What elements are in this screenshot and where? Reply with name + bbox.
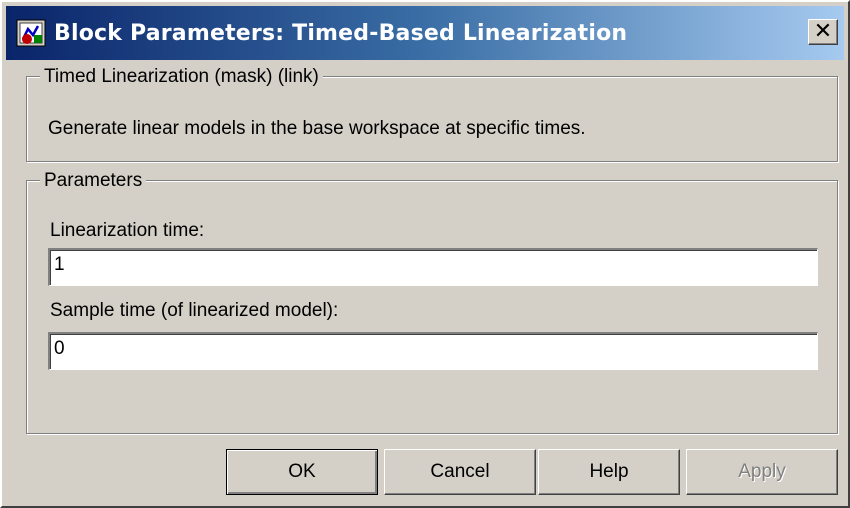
parameters-group-legend: Parameters <box>40 170 147 192</box>
description-group-legend: Timed Linearization (mask) (link) <box>40 66 323 88</box>
description-text: Generate linear models in the base works… <box>48 118 586 139</box>
window-title: Block Parameters: Timed-Based Linearizat… <box>54 20 628 46</box>
linearization-time-field[interactable]: 1 <box>48 248 818 286</box>
title-bar[interactable]: Block Parameters: Timed-Based Linearizat… <box>6 6 844 60</box>
simulink-block-icon <box>16 17 48 49</box>
close-icon: ✕ <box>813 19 833 44</box>
ok-button[interactable]: OK <box>226 449 378 495</box>
apply-button[interactable]: Apply <box>686 449 838 495</box>
dialog-window: Block Parameters: Timed-Based Linearizat… <box>0 0 850 508</box>
linearization-time-label: Linearization time: <box>50 220 205 241</box>
cancel-button[interactable]: Cancel <box>384 449 536 495</box>
sample-time-label: Sample time (of linearized model): <box>50 300 339 321</box>
close-button[interactable]: ✕ <box>808 19 838 45</box>
sample-time-field[interactable]: 0 <box>48 332 818 370</box>
help-button[interactable]: Help <box>538 449 680 495</box>
